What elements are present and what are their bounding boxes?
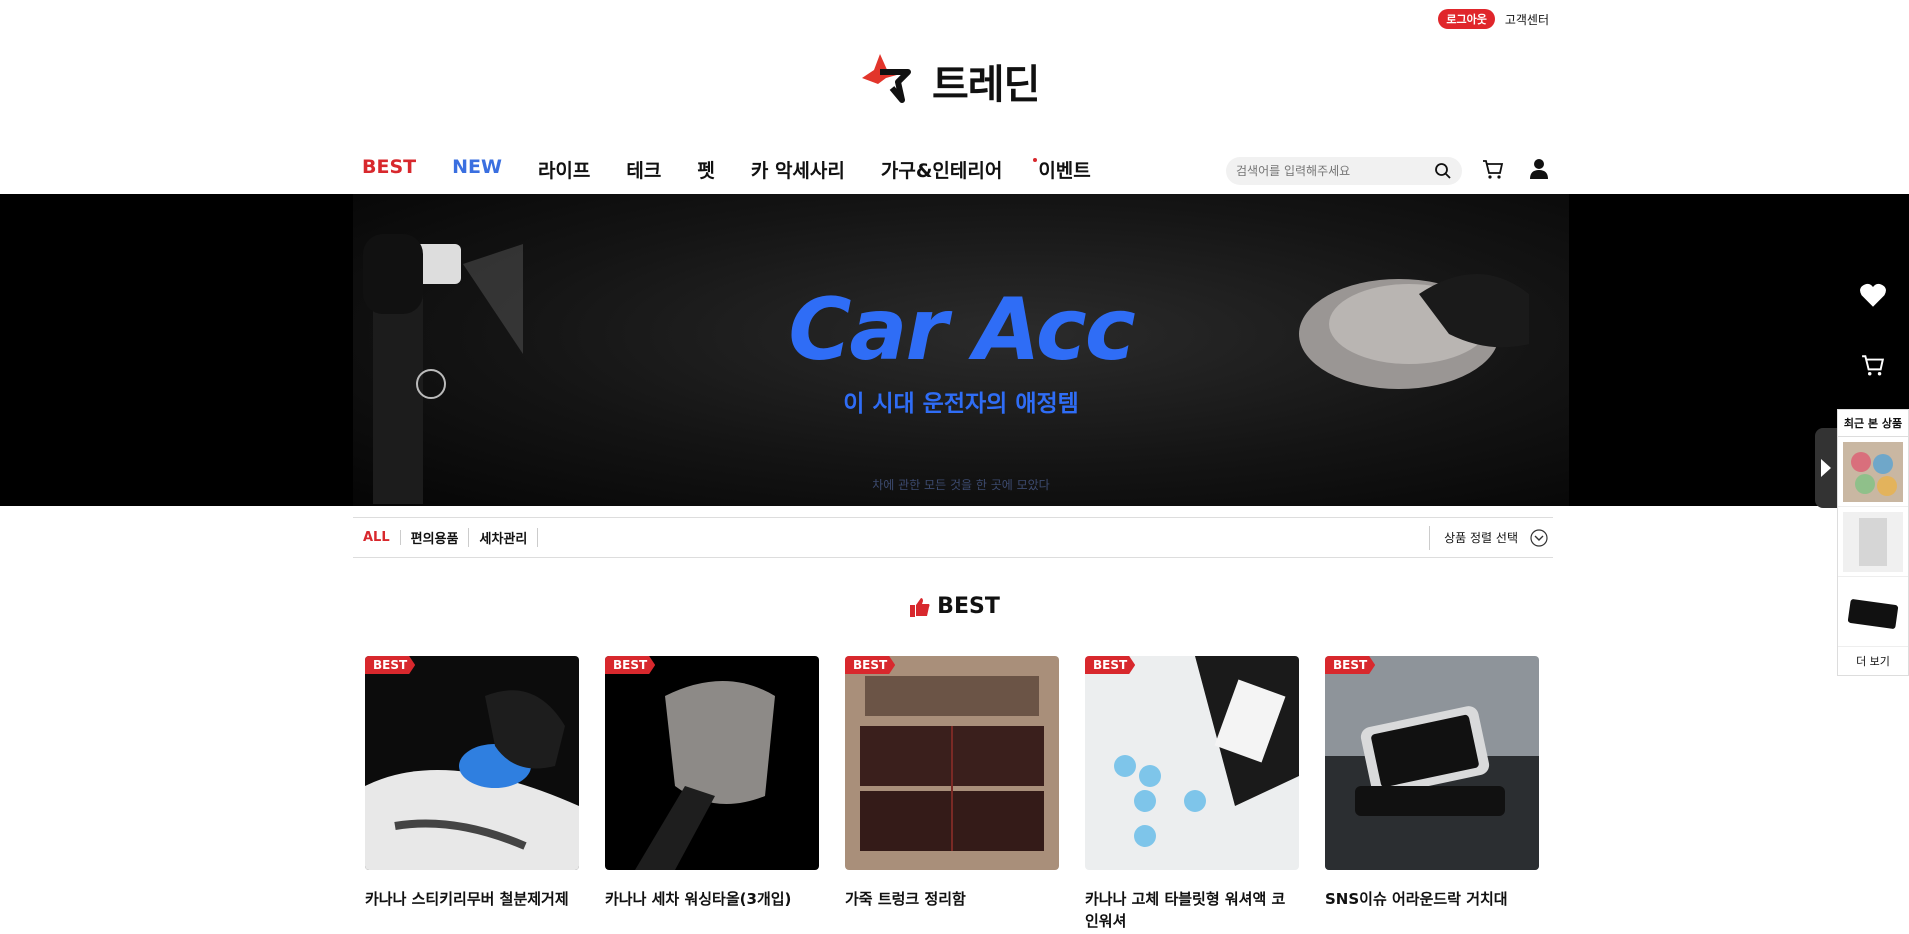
top-utility-bar: 로그아웃 고객센터: [1438, 9, 1549, 29]
product-name[interactable]: SNS이슈 어라운드락 거치대: [1325, 888, 1539, 910]
trunk-organizer-image: [845, 656, 1059, 870]
logout-button[interactable]: 로그아웃: [1438, 9, 1495, 29]
recent-product-thumb: [1843, 581, 1903, 642]
best-badge: BEST: [605, 656, 656, 674]
main-nav: BEST NEW 라이프 테크 펫 카 악세사리 가구&인테리어 이벤트: [362, 156, 1091, 183]
nav-item-car-accessory[interactable]: 카 악세사리: [751, 156, 845, 183]
cart-icon[interactable]: [1482, 158, 1504, 180]
best-badge: BEST: [365, 656, 416, 674]
product-thumbnail[interactable]: BEST: [845, 656, 1059, 870]
washer-tablet-image: [1085, 656, 1299, 870]
washing-towel-image: [605, 656, 819, 870]
product-name[interactable]: 가죽 트렁크 정리함: [845, 888, 1059, 910]
recent-products-panel: 최근 본 상품 더 보기: [1837, 409, 1909, 676]
recent-product-thumb: [1843, 441, 1903, 502]
recent-products-title: 최근 본 상품: [1838, 410, 1908, 437]
best-badge: BEST: [1325, 656, 1376, 674]
product-card[interactable]: BEST SNS이슈 어라운드락 거치대: [1325, 656, 1539, 932]
cart-icon: [1862, 355, 1885, 376]
recent-product-item[interactable]: [1838, 507, 1908, 577]
hero-banner[interactable]: Car Acc 이 시대 운전자의 애정템 차에 관한 모든 것을 한 곳에 모…: [0, 194, 1909, 506]
logo-mark-icon: [862, 54, 911, 103]
product-card[interactable]: BEST 카나나 세차 워싱타올(3개입): [605, 656, 819, 932]
filter-convenience[interactable]: 편의용품: [401, 528, 470, 547]
search-box: [1226, 157, 1462, 185]
sort-label: 상품 정렬 선택: [1444, 531, 1518, 545]
logo-text: 트레딘: [932, 62, 1040, 108]
clay-bar-image: [365, 656, 579, 870]
recent-product-thumb: [1843, 511, 1903, 572]
nav-item-life[interactable]: 라이프: [538, 156, 590, 183]
site-logo[interactable]: 트레딘: [858, 50, 1040, 112]
side-cart-button[interactable]: [1837, 330, 1909, 400]
sort-select[interactable]: 상품 정렬 선택: [1429, 525, 1553, 550]
recent-product-item[interactable]: [1838, 437, 1908, 507]
product-card[interactable]: BEST 카나나 스티키리무버 철분제거제: [365, 656, 579, 932]
recent-product-item[interactable]: [1838, 577, 1908, 647]
category-filter-bar: ALL 편의용품 세차관리 상품 정렬 선택: [353, 517, 1553, 558]
customer-center-link[interactable]: 고객센터: [1505, 11, 1549, 28]
product-card[interactable]: BEST 카나나 고체 타블릿형 워셔액 코인워셔: [1085, 656, 1299, 932]
product-card[interactable]: BEST 가죽 트렁크 정리함: [845, 656, 1059, 932]
nav-item-best[interactable]: BEST: [362, 156, 416, 183]
product-name[interactable]: 카나나 세차 워싱타올(3개입): [605, 888, 819, 910]
thumbs-up-icon: [910, 597, 930, 617]
side-quick-bar: [1837, 260, 1909, 400]
recent-more-link[interactable]: 더 보기: [1838, 647, 1908, 675]
product-thumbnail[interactable]: BEST: [365, 656, 579, 870]
nav-item-tech[interactable]: 테크: [626, 156, 661, 183]
best-badge: BEST: [1085, 656, 1136, 674]
product-list: BEST 카나나 스티키리무버 철분제거제 BEST 카나나 세차 워싱타올(3…: [365, 656, 1539, 932]
phone-holder-image: [1325, 656, 1539, 870]
search-input[interactable]: [1236, 164, 1434, 178]
microfiber-cloth-image: [1299, 274, 1529, 389]
product-thumbnail[interactable]: BEST: [1325, 656, 1539, 870]
hero-banner-inner: Car Acc 이 시대 운전자의 애정템 차에 관한 모든 것을 한 곳에 모…: [353, 194, 1569, 506]
nav-item-new[interactable]: NEW: [452, 156, 502, 183]
section-title: BEST: [937, 594, 1000, 619]
chevron-down-icon: [1530, 528, 1548, 547]
search-icon[interactable]: [1434, 162, 1452, 180]
filter-car-wash[interactable]: 세차관리: [469, 528, 539, 547]
recent-panel-toggle[interactable]: [1815, 428, 1837, 508]
user-icon[interactable]: [1528, 158, 1550, 180]
nav-item-event[interactable]: 이벤트: [1033, 156, 1091, 183]
nav-item-furniture-interior[interactable]: 가구&인테리어: [881, 156, 1002, 183]
nav-item-pet[interactable]: 펫: [697, 156, 714, 183]
header-icons: [1482, 158, 1550, 180]
product-name[interactable]: 카나나 고체 타블릿형 워셔액 코인워셔: [1085, 888, 1299, 932]
best-badge: BEST: [845, 656, 896, 674]
wishlist-button[interactable]: [1837, 260, 1909, 330]
heart-icon: [1860, 283, 1886, 307]
product-name[interactable]: 카나나 스티키리무버 철분제거제: [365, 888, 579, 910]
filter-all[interactable]: ALL: [353, 530, 401, 545]
section-heading: BEST: [0, 594, 1909, 619]
hero-caption: 차에 관한 모든 것을 한 곳에 모았다: [872, 478, 1050, 492]
product-thumbnail[interactable]: BEST: [605, 656, 819, 870]
chevron-right-icon: [1821, 459, 1831, 477]
product-thumbnail[interactable]: BEST: [1085, 656, 1299, 870]
